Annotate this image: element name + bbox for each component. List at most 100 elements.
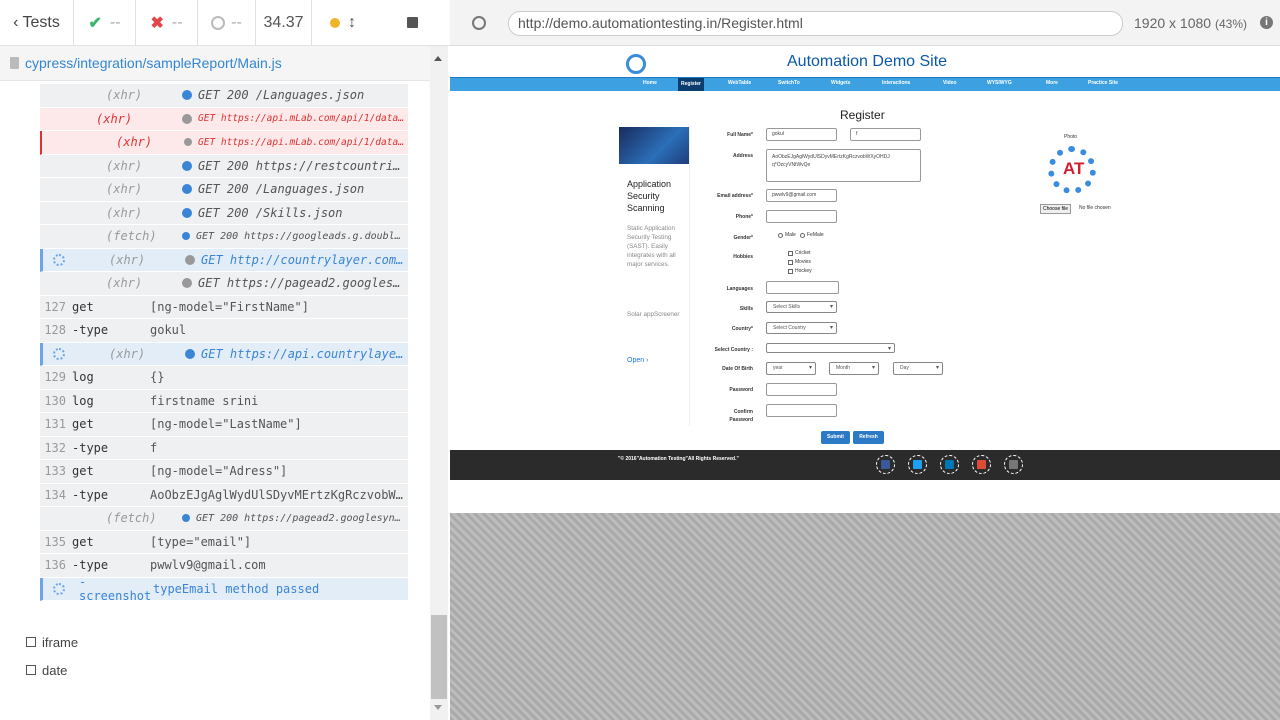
first-name-input[interactable]: gokul — [766, 128, 837, 141]
nav-interactions[interactable]: Interactions — [882, 80, 910, 86]
command-name: (xhr) — [106, 158, 143, 173]
languages-input[interactable] — [766, 281, 839, 294]
command-row[interactable]: -screenshot typeEmail method passed — [40, 575, 408, 603]
command-row[interactable]: (xhr) GET https://api.mLab.com/api/1/data… — [40, 131, 408, 155]
advertisement[interactable]: Application Security Scanning Static App… — [618, 126, 690, 426]
status-dot-icon — [182, 160, 192, 171]
command-row[interactable]: 128 -type gokul — [40, 319, 408, 343]
submit-button[interactable]: Submit — [821, 431, 850, 444]
email-label: Email address* — [717, 193, 753, 199]
command-row[interactable]: 130 log firstname srini — [40, 389, 408, 413]
phone-input[interactable] — [766, 210, 837, 223]
nav-video[interactable]: Video — [943, 80, 957, 86]
command-message: GET 200 /Languages.json — [198, 88, 365, 103]
check-icon: ✔ — [88, 14, 102, 32]
languages-label: Languages — [726, 286, 753, 292]
command-name: log — [72, 393, 94, 408]
command-message: [type="email"] — [150, 534, 252, 549]
command-row[interactable]: 135 get [type="email"] — [40, 530, 408, 554]
command-row[interactable]: 133 get [ng-model="Adress"] — [40, 460, 408, 484]
command-name: (xhr) — [106, 276, 143, 291]
command-row[interactable]: 131 get [ng-model="LastName"] — [40, 413, 408, 437]
last-name-input[interactable]: f — [850, 128, 921, 141]
command-row[interactable]: (fetch) GET 200 https://pagead2.googlesyn… — [40, 507, 408, 531]
linkedin-icon[interactable] — [940, 455, 959, 474]
runner-header: ‹ Tests ✔ -- ✖ -- -- 34.37 ↕ — [0, 0, 450, 46]
nav-more[interactable]: More — [1046, 80, 1058, 86]
country-select[interactable]: Select Country — [766, 322, 837, 334]
refresh-button[interactable]: Refresh — [853, 431, 884, 444]
nav-webtable[interactable]: WebTable — [728, 80, 751, 86]
scroll-down-icon[interactable] — [434, 705, 442, 710]
youtube-icon[interactable] — [1004, 455, 1023, 474]
hobby-hockey-checkbox[interactable]: Hockey — [788, 268, 812, 274]
confirm-password-input[interactable] — [766, 404, 837, 417]
spec-path-link[interactable]: cypress/integration/sampleReport/Main.js — [25, 55, 282, 71]
dob-year-select[interactable]: year — [766, 362, 816, 375]
command-row[interactable]: (fetch) GET 200 https://googleads.g.doubl… — [40, 225, 408, 249]
status-dot-icon — [182, 113, 192, 124]
gender-male-radio[interactable]: Male — [778, 232, 796, 238]
password-input[interactable] — [766, 383, 837, 396]
info-icon[interactable]: i — [1260, 16, 1273, 29]
failed-count: ✖ -- — [136, 0, 198, 45]
status-dot-icon — [182, 514, 190, 523]
stop-button[interactable] — [374, 0, 450, 45]
test-item-date[interactable]: date — [26, 656, 78, 684]
cross-icon: ✖ — [150, 14, 164, 32]
twitter-icon[interactable] — [908, 455, 927, 474]
select-country-dropdown[interactable] — [766, 343, 895, 354]
command-row[interactable]: (xhr) GET 200 /Languages.json — [40, 178, 408, 202]
scrollbar-thumb[interactable] — [431, 615, 447, 699]
command-row[interactable]: (xhr) GET 200 /Languages.json — [40, 84, 408, 108]
status-dot-icon — [330, 17, 340, 28]
command-row[interactable]: (xhr) GET 200 /Skills.json — [40, 201, 408, 225]
hobby-movies-checkbox[interactable]: Movies — [788, 259, 811, 265]
nav-register[interactable]: Register — [678, 78, 705, 91]
command-message: pwwlv9@gmail.com — [150, 558, 266, 573]
scroll-up-icon[interactable] — [434, 56, 442, 61]
command-row[interactable]: (xhr) GET https://pagead2.googlesyndicat.… — [40, 272, 408, 296]
hobby-cricket-checkbox[interactable]: Cricket — [788, 250, 811, 256]
nav-home[interactable]: Home — [643, 80, 657, 86]
command-row[interactable]: (xhr) GET https://api.mLab.com/api/1/data… — [40, 107, 408, 131]
skills-select[interactable]: Select Skills — [766, 301, 837, 313]
selector-playground-icon[interactable] — [472, 16, 486, 30]
command-row[interactable]: 129 log {} — [40, 366, 408, 390]
choose-file-button[interactable]: Choose file — [1040, 204, 1072, 214]
ad-open-link[interactable]: Open › — [627, 357, 648, 364]
command-row[interactable]: 127 get [ng-model="FirstName"] — [40, 295, 408, 319]
command-row[interactable]: (xhr) GET 200 https://restcountries.eu/r.… — [40, 154, 408, 178]
command-number: 134 — [44, 487, 66, 502]
full-name-label: Full Name* — [727, 132, 753, 138]
test-runner-panel: ‹ Tests ✔ -- ✖ -- -- 34.37 ↕ cypress/int… — [0, 0, 450, 720]
command-row[interactable]: (xhr) GET http://countrylayer.com/rest/v.… — [40, 248, 408, 272]
command-row[interactable]: 132 -type f — [40, 436, 408, 460]
command-message: [ng-model="FirstName"] — [150, 299, 309, 314]
nav-wysiwyg[interactable]: WYSIWYG — [987, 80, 1012, 86]
test-item-iframe[interactable]: iframe — [26, 628, 78, 656]
command-name: (xhr) — [106, 205, 143, 220]
url-input[interactable]: http://demo.automationtesting.in/Registe… — [508, 11, 1123, 36]
phone-label: Phone* — [735, 214, 753, 220]
nav-widgets[interactable]: Widgets — [831, 80, 850, 86]
command-row[interactable]: 134 -type AoObzEJgAglWydUlSDyvMErtzKgRczvo… — [40, 483, 408, 507]
tests-back-button[interactable]: ‹ Tests — [0, 0, 74, 45]
address-textarea[interactable]: AoObzEJgAglWydUlSDyvMErtzKgRczvobWXyOHDJ… — [766, 149, 921, 182]
email-input[interactable]: pwwlv9@gmail.com — [766, 189, 837, 202]
nav-practice-site[interactable]: Practice Site — [1088, 80, 1118, 86]
auto-scroll-toggle[interactable]: ↕ — [312, 0, 374, 45]
status-dot-icon — [184, 138, 192, 147]
google-plus-icon[interactable] — [972, 455, 991, 474]
command-name: -type — [72, 558, 109, 573]
dob-label: Date Of Birth — [722, 366, 753, 372]
gender-female-radio[interactable]: FeMale — [800, 232, 824, 238]
dob-month-select[interactable]: Month — [829, 362, 879, 375]
command-row[interactable]: (xhr) GET https://api.countrylayer.com/r.… — [40, 342, 408, 366]
scroll-arrows-icon: ↕ — [348, 13, 356, 31]
nav-switchto[interactable]: SwitchTo — [778, 80, 800, 86]
pending-count: -- — [198, 0, 256, 45]
dob-day-select[interactable]: Day — [893, 362, 943, 375]
facebook-icon[interactable] — [876, 455, 895, 474]
checkbox-icon — [26, 665, 36, 675]
